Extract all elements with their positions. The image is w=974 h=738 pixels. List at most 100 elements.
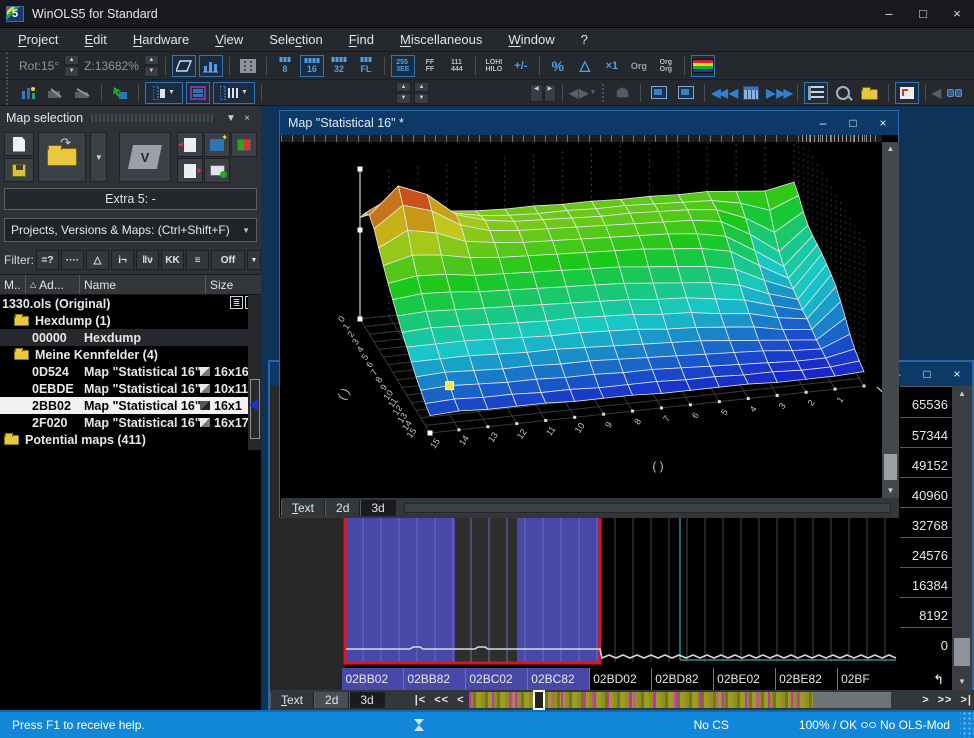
import-map-button[interactable] [108,82,132,104]
window-minimize-button[interactable]: – [808,116,838,130]
tab-2d[interactable]: 2d [325,500,360,516]
menu-find[interactable]: Find [349,32,374,47]
map-window-titlebar[interactable]: Map "Statistical 16" * – □ × [280,111,898,135]
menu-view[interactable]: View [215,32,243,47]
menu-project[interactable]: Project [18,32,58,47]
checksum-button[interactable] [610,82,634,104]
display-binary-button[interactable]: 111444 [445,55,469,77]
scrollbar-thumb[interactable] [954,638,970,666]
map-vertical-scrollbar[interactable]: ▲ ▼ [882,142,899,498]
app-minimize-button[interactable]: – [872,0,906,27]
import-file-button[interactable] [177,132,203,157]
hexdump-view-button[interactable] [236,55,260,77]
resize-grip[interactable] [960,712,974,738]
open-project-dropdown[interactable]: ▼ [90,132,107,182]
display-hex-button[interactable]: FFFF [418,55,442,77]
address-cell[interactable]: 02BF [838,668,900,690]
scroll-down-icon[interactable]: ▼ [952,674,972,690]
address-cell[interactable]: 02BE02 [714,668,776,690]
map-selection-panel-toggle[interactable] [804,82,828,104]
extra5-button[interactable]: Extra 5: - [4,188,257,210]
zoom-stepper[interactable]: ▲▼ [144,55,159,77]
address-cell[interactable]: 02BD02 [590,668,652,690]
previous-map-button[interactable]: ◀ [729,86,736,100]
address-cell[interactable]: 02BC82 [528,668,590,690]
difference-view-button[interactable]: △ [573,55,597,77]
rotation-stepper[interactable]: ▲▼ [64,55,79,77]
scroll-down-icon[interactable]: ▼ [882,484,899,498]
step-back-button[interactable]: < [457,694,464,706]
window-compare-button[interactable] [674,82,698,104]
value-stepper-2[interactable]: ▲▼ [414,82,429,104]
percent-view-button[interactable]: % [546,55,570,77]
goto-first-button[interactable]: |< [415,694,427,706]
column-header-m[interactable]: M.. [0,275,26,294]
project-list-icon[interactable]: ≣ [230,296,243,309]
scroll-up-icon[interactable]: ▲ [952,386,972,402]
next-map-button[interactable]: ▶ [766,86,773,100]
menu-window[interactable]: Window [508,32,554,47]
insert-row-button[interactable]: ▼ [213,82,255,104]
map-row-2f020[interactable]: 2F020 Map "Statistical 16" 16x17 [0,414,248,431]
toolbar-grip[interactable] [6,52,12,79]
menu-hardware[interactable]: Hardware [133,32,189,47]
open-project-big-button[interactable] [38,132,86,182]
tree-scrollbar[interactable] [248,295,262,450]
width-8bit-button[interactable]: 8 [273,55,297,77]
address-cell[interactable]: 02BE82 [776,668,838,690]
address-cell[interactable]: 02BC02 [466,668,528,690]
toolbar-grip[interactable] [6,80,12,105]
file-overview-empty[interactable] [813,692,891,708]
client-data-button[interactable] [204,158,230,183]
map-3d-view[interactable]: 1514131211109876543210123456789101112131… [281,142,882,498]
address-cell[interactable]: 02BD82 [652,668,714,690]
history-dropdown-icon[interactable]: ▼ [589,89,596,96]
goto-first-map-button[interactable]: ◀◀ [711,86,725,100]
menu-selection[interactable]: Selection [269,32,323,47]
overview-cursor[interactable] [533,690,545,710]
width-32bit-button[interactable]: 32 [327,55,351,77]
map-list-button[interactable] [739,82,763,104]
back-button[interactable]: ◀ [932,86,939,100]
value-stepper-1[interactable]: ▲▼ [396,82,411,104]
app-maximize-button[interactable]: □ [906,0,940,27]
map-tool2-disabled-button[interactable] [71,82,95,104]
filter-off-dropdown[interactable]: ▼ [247,250,261,270]
scrollbar-thumb[interactable] [884,454,897,480]
window-maximize-button[interactable]: □ [912,367,942,381]
window-arrange-button[interactable] [895,82,919,104]
panel-drag-handle[interactable] [91,114,215,122]
address-cell[interactable]: 02BB82 [404,668,466,690]
folder-row-kennfelder[interactable]: Meine Kennfelder (4) [0,346,248,363]
open-project-button[interactable] [858,82,882,104]
column-header-name[interactable]: Name [80,275,206,294]
map-row-0ebde[interactable]: 0EBDE Map "Statistical 16" 10x11 [0,380,248,397]
window-close-button[interactable]: × [942,367,972,381]
goto-last-button[interactable]: >| [960,694,972,706]
map-wizard-small-button[interactable] [204,132,230,157]
hilo-byteorder-button[interactable]: LOHIHILO [482,55,506,77]
panel-close-icon[interactable]: × [239,113,255,124]
factor-one-button[interactable]: ×1 [600,55,624,77]
tab-3d[interactable]: 3d [349,692,384,708]
color-scale-button[interactable] [691,55,715,77]
menu-miscellaneous[interactable]: Miscellaneous [400,32,482,47]
export-map-button[interactable]: V [119,132,171,182]
page-back-button[interactable]: << [434,694,449,706]
insert-column-button[interactable]: ▼ [145,82,183,104]
map-horizontal-scrollbar[interactable] [404,503,891,513]
hexdump-vertical-scrollbar[interactable]: ▲ ▼ [952,386,972,690]
tab-text[interactable]: Text [270,692,314,708]
filter-equals-button[interactable]: =? [36,250,59,270]
scope-combobox[interactable]: Projects, Versions & Maps: (Ctrl+Shift+F… [4,218,257,242]
hexdump-item-row[interactable]: 00000 Hexdump [0,329,262,346]
export-file-button[interactable] [177,158,203,183]
original-view-button[interactable]: Org [627,55,651,77]
signed-button[interactable]: +/- [509,55,533,77]
filter-off-button[interactable]: Off [211,250,245,270]
app-close-button[interactable]: × [940,0,974,27]
step-forward-button[interactable]: > [922,694,929,706]
map-pack-button[interactable] [231,132,257,157]
selection-frame-button[interactable] [186,82,210,104]
map-row-2bb02-selected[interactable]: 2BB02 Map "Statistical 16" 16x1 [0,397,248,414]
